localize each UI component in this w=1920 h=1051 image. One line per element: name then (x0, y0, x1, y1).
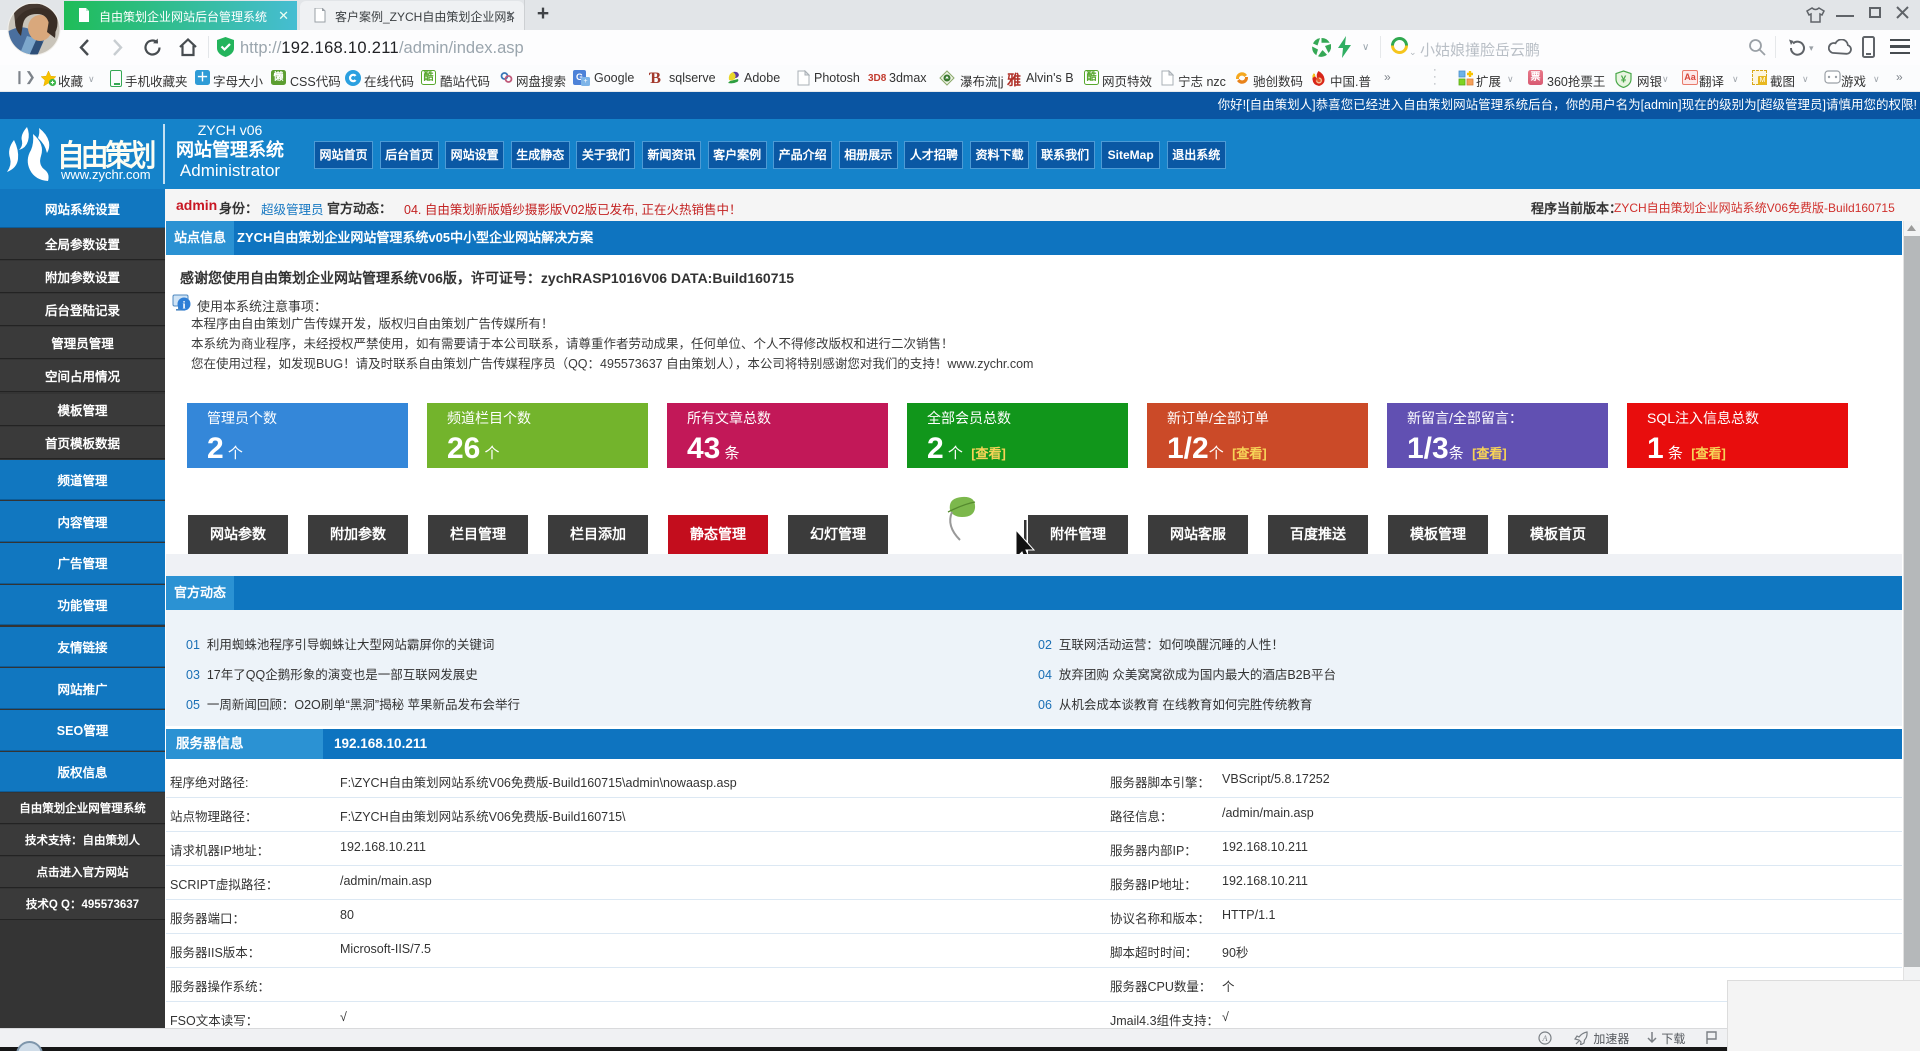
svg-text:¥: ¥ (1621, 75, 1627, 86)
svg-text:A: A (1542, 1034, 1548, 1043)
svg-text:i: i (182, 300, 185, 312)
